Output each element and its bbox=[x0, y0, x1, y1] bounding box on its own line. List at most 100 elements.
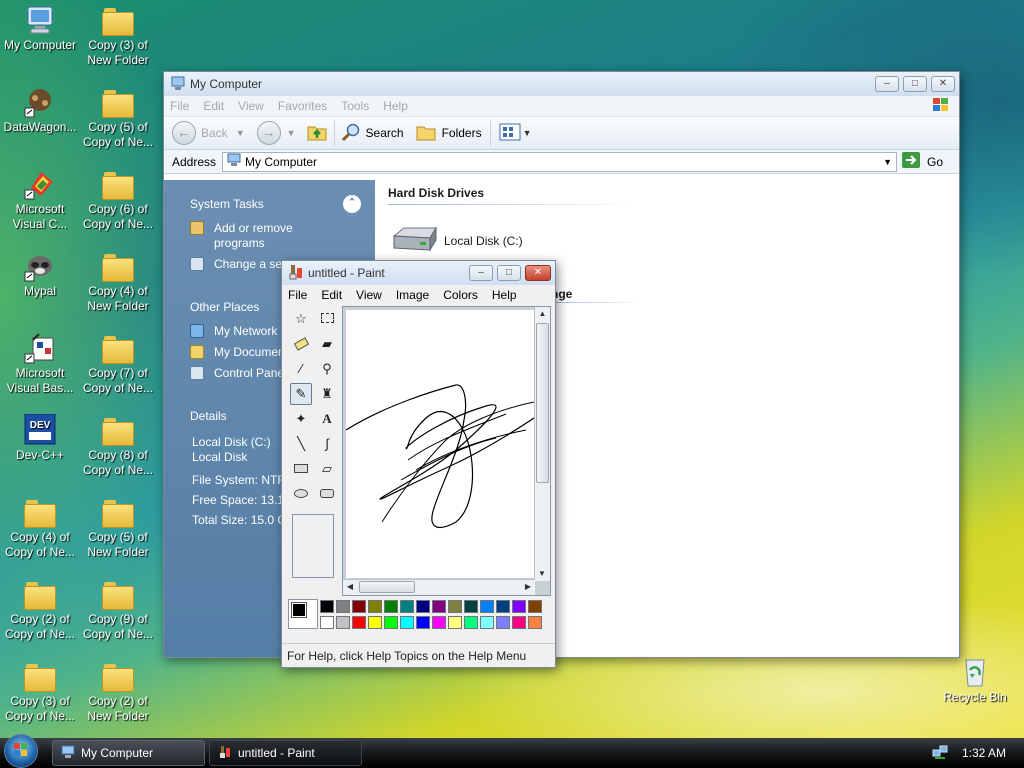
color-picker-icon[interactable]: ⁄ bbox=[290, 358, 312, 380]
palette-color-swatch[interactable] bbox=[528, 616, 542, 629]
menu-file[interactable]: File bbox=[170, 99, 189, 113]
palette-color-swatch[interactable] bbox=[448, 600, 462, 613]
desktop-icon-folder[interactable]: Copy (9) of Copy of Ne... bbox=[78, 578, 158, 642]
palette-color-swatch[interactable] bbox=[320, 616, 334, 629]
forward-arrow-icon[interactable]: → bbox=[256, 121, 281, 145]
maximize-button[interactable]: □ bbox=[497, 265, 521, 281]
explorer-titlebar[interactable]: My Computer – □ ✕ bbox=[164, 72, 959, 96]
paint-titlebar[interactable]: untitled - Paint – □ ✕ bbox=[282, 261, 555, 285]
views-icon[interactable] bbox=[499, 123, 523, 144]
paint-window[interactable]: untitled - Paint – □ ✕ File Edit View Im… bbox=[281, 260, 556, 668]
palette-color-swatch[interactable] bbox=[368, 600, 382, 613]
palette-color-swatch[interactable] bbox=[464, 616, 478, 629]
desktop-icon-my-computer[interactable]: My Computer bbox=[0, 4, 80, 53]
desktop-icon-folder[interactable]: Copy (4) of New Folder bbox=[78, 250, 158, 314]
add-remove-programs-link[interactable]: Add or remove programs bbox=[164, 218, 375, 254]
desktop-icon-folder[interactable]: Copy (4) of Copy of Ne... bbox=[0, 496, 80, 560]
collapse-chevron-icon[interactable]: ⌃ bbox=[343, 195, 361, 213]
magnifier-icon[interactable]: ⚲ bbox=[316, 358, 338, 380]
ellipse-tool-icon[interactable] bbox=[290, 483, 312, 505]
line-tool-icon[interactable]: ╲ bbox=[290, 433, 312, 455]
palette-color-swatch[interactable] bbox=[384, 600, 398, 613]
free-form-select-icon[interactable]: ☆ bbox=[290, 308, 312, 330]
menu-favorites[interactable]: Favorites bbox=[278, 99, 327, 113]
horizontal-scrollbar[interactable]: ◀ ▶ bbox=[343, 579, 535, 595]
rounded-rectangle-tool-icon[interactable] bbox=[316, 483, 338, 505]
current-colors-box[interactable] bbox=[288, 599, 318, 629]
text-tool-icon[interactable]: A bbox=[316, 408, 338, 430]
polygon-tool-icon[interactable]: ▱ bbox=[316, 458, 338, 480]
menu-image[interactable]: Image bbox=[396, 288, 429, 302]
views-dropdown-icon[interactable]: ▼ bbox=[523, 128, 532, 138]
address-input[interactable]: My Computer ▼ bbox=[222, 151, 897, 172]
scroll-down-icon[interactable]: ▼ bbox=[535, 567, 549, 581]
go-button[interactable]: Go bbox=[927, 155, 943, 169]
palette-color-swatch[interactable] bbox=[416, 616, 430, 629]
palette-color-swatch[interactable] bbox=[432, 600, 446, 613]
palette-color-swatch[interactable] bbox=[528, 600, 542, 613]
airbrush-icon[interactable]: ✦ bbox=[290, 408, 312, 430]
go-arrow-icon[interactable] bbox=[901, 151, 921, 172]
menu-help[interactable]: Help bbox=[383, 99, 408, 113]
search-button[interactable]: Search bbox=[366, 126, 404, 140]
menu-help[interactable]: Help bbox=[492, 288, 517, 302]
back-button-label[interactable]: Back bbox=[201, 126, 228, 140]
drawing-canvas[interactable] bbox=[345, 310, 535, 578]
system-tasks-header[interactable]: System Tasks ⌃ bbox=[164, 190, 375, 218]
desktop-icon-folder[interactable]: Copy (5) of Copy of Ne... bbox=[78, 86, 158, 150]
menu-edit[interactable]: Edit bbox=[203, 99, 224, 113]
network-tray-icon[interactable] bbox=[932, 744, 948, 763]
folders-icon[interactable] bbox=[416, 122, 438, 145]
palette-color-swatch[interactable] bbox=[352, 616, 366, 629]
tool-options-box[interactable] bbox=[292, 514, 334, 578]
fill-bucket-icon[interactable]: ▰ bbox=[316, 333, 338, 355]
vertical-scroll-thumb[interactable] bbox=[536, 323, 549, 483]
desktop-icon-folder[interactable]: Copy (7) of Copy of Ne... bbox=[78, 332, 158, 396]
desktop-icon-folder[interactable]: Copy (2) of New Folder bbox=[78, 660, 158, 724]
palette-color-swatch[interactable] bbox=[480, 616, 494, 629]
palette-color-swatch[interactable] bbox=[352, 600, 366, 613]
start-button[interactable] bbox=[4, 734, 38, 768]
taskbar-item-paint[interactable]: untitled - Paint bbox=[209, 740, 362, 766]
menu-view[interactable]: View bbox=[356, 288, 382, 302]
eraser-icon[interactable] bbox=[290, 333, 312, 355]
desktop-icon-folder[interactable]: Copy (8) of Copy of Ne... bbox=[78, 414, 158, 478]
desktop-icon-folder[interactable]: Copy (3) of Copy of Ne... bbox=[0, 660, 80, 724]
desktop-icon-visual-basic[interactable]: Microsoft Visual Bas... bbox=[0, 332, 80, 396]
rectangle-tool-icon[interactable] bbox=[290, 458, 312, 480]
palette-color-swatch[interactable] bbox=[496, 600, 510, 613]
brush-icon[interactable]: ♜ bbox=[316, 383, 338, 405]
rectangle-select-icon[interactable] bbox=[316, 308, 338, 330]
palette-color-swatch[interactable] bbox=[480, 600, 494, 613]
up-folder-icon[interactable] bbox=[306, 121, 328, 146]
desktop-icon-folder[interactable]: Copy (6) of Copy of Ne... bbox=[78, 168, 158, 232]
palette-color-swatch[interactable] bbox=[464, 600, 478, 613]
desktop-icon-mypal[interactable]: Mypal bbox=[0, 250, 80, 299]
palette-color-swatch[interactable] bbox=[320, 600, 334, 613]
palette-color-swatch[interactable] bbox=[368, 616, 382, 629]
palette-color-swatch[interactable] bbox=[512, 600, 526, 613]
minimize-button[interactable]: – bbox=[469, 265, 493, 281]
desktop-icon-visual-c[interactable]: Microsoft Visual C... bbox=[0, 168, 80, 232]
close-button[interactable]: ✕ bbox=[931, 76, 955, 92]
palette-color-swatch[interactable] bbox=[400, 616, 414, 629]
forward-dropdown-icon[interactable]: ▼ bbox=[287, 128, 296, 138]
vertical-scrollbar[interactable]: ▲ ▼ bbox=[534, 307, 550, 581]
palette-color-swatch[interactable] bbox=[336, 616, 350, 629]
desktop-icon-recycle-bin[interactable]: Recycle Bin bbox=[935, 656, 1015, 705]
address-dropdown-icon[interactable]: ▼ bbox=[883, 157, 892, 167]
menu-file[interactable]: File bbox=[288, 288, 307, 302]
palette-color-swatch[interactable] bbox=[496, 616, 510, 629]
foreground-color-swatch[interactable] bbox=[291, 602, 307, 618]
desktop-icon-folder[interactable]: Copy (3) of New Folder bbox=[78, 4, 158, 68]
minimize-button[interactable]: – bbox=[875, 76, 899, 92]
maximize-button[interactable]: □ bbox=[903, 76, 927, 92]
scroll-right-icon[interactable]: ▶ bbox=[521, 580, 535, 594]
scroll-up-icon[interactable]: ▲ bbox=[535, 307, 550, 321]
menu-colors[interactable]: Colors bbox=[443, 288, 478, 302]
desktop-icon-dev-cpp[interactable]: DEV Dev-C++ bbox=[0, 413, 80, 463]
palette-color-swatch[interactable] bbox=[448, 616, 462, 629]
close-button[interactable]: ✕ bbox=[525, 265, 551, 281]
curve-tool-icon[interactable]: ∫ bbox=[316, 433, 338, 455]
desktop-icon-folder[interactable]: Copy (5) of New Folder bbox=[78, 496, 158, 560]
